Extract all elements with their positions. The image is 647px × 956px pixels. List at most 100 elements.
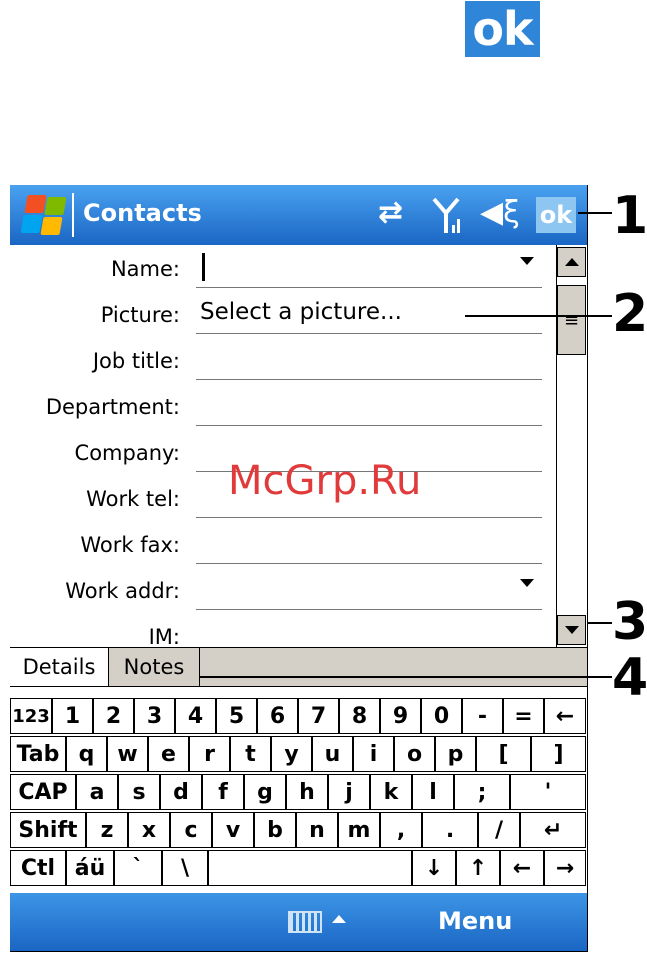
- callout-number-1: 1: [612, 186, 647, 246]
- key[interactable]: j: [328, 774, 370, 810]
- key[interactable]: `: [114, 850, 162, 886]
- input-selector-arrow-icon[interactable]: [332, 915, 346, 923]
- key[interactable]: s: [118, 774, 160, 810]
- key-accents[interactable]: áü: [66, 850, 114, 886]
- field-value[interactable]: Select a picture...: [200, 299, 402, 325]
- start-windows-icon[interactable]: [16, 193, 67, 237]
- watermark-text: McGrp.Ru: [228, 458, 422, 504]
- key[interactable]: ]: [531, 736, 586, 772]
- keyboard-row-numbers: 123 1 2 3 4 5 6 7 8 9 0 - = ←: [10, 698, 586, 735]
- field-label: Department:: [45, 395, 180, 419]
- pocketpc-screen: Contacts ⇄ ◀ξ ok Name: Picture: Select a…: [10, 185, 588, 952]
- key-tab[interactable]: Tab: [10, 736, 66, 772]
- sync-icon[interactable]: ⇄: [378, 195, 403, 230]
- key[interactable]: p: [435, 736, 476, 772]
- key[interactable]: z: [86, 812, 128, 848]
- key[interactable]: -: [462, 698, 503, 734]
- key[interactable]: /: [478, 812, 520, 848]
- key[interactable]: k: [370, 774, 412, 810]
- tab-details[interactable]: Details: [10, 648, 108, 686]
- key[interactable]: g: [244, 774, 286, 810]
- field-label: Work addr:: [65, 579, 180, 603]
- key-arrow-up[interactable]: ↑: [456, 850, 500, 886]
- field-label: Work fax:: [80, 533, 180, 557]
- key[interactable]: 8: [339, 698, 380, 734]
- scroll-up-arrow-icon[interactable]: [557, 247, 586, 277]
- keyboard-row-control: Ctl áü ` \ ↓ ↑ ← →: [10, 850, 586, 887]
- key[interactable]: 0: [421, 698, 462, 734]
- key-123[interactable]: 123: [10, 698, 52, 734]
- field-job-title[interactable]: Job title:: [10, 337, 556, 383]
- field-underline: [196, 563, 542, 564]
- key[interactable]: y: [271, 736, 312, 772]
- keyboard-row-bottom: Shift z x c v b n m , . / ↵: [10, 812, 586, 849]
- key[interactable]: 7: [298, 698, 339, 734]
- key-arrow-right[interactable]: →: [544, 850, 586, 886]
- ok-button[interactable]: ok: [536, 197, 576, 233]
- dropdown-arrow-icon[interactable]: [520, 579, 534, 587]
- field-department[interactable]: Department:: [10, 383, 556, 429]
- key[interactable]: =: [503, 698, 544, 734]
- key[interactable]: ,: [380, 812, 422, 848]
- key[interactable]: 5: [216, 698, 257, 734]
- key-backspace[interactable]: ←: [544, 698, 586, 734]
- key[interactable]: ': [510, 774, 586, 810]
- key[interactable]: m: [338, 812, 380, 848]
- key[interactable]: f: [202, 774, 244, 810]
- field-work-fax[interactable]: Work fax:: [10, 521, 556, 567]
- key[interactable]: n: [296, 812, 338, 848]
- tab-notes[interactable]: Notes: [108, 648, 200, 686]
- callout-number-3: 3: [612, 592, 647, 652]
- key[interactable]: o: [394, 736, 435, 772]
- key[interactable]: i: [353, 736, 394, 772]
- contact-form: Name: Picture: Select a picture... Job t…: [10, 245, 556, 647]
- scroll-thumb[interactable]: ≡: [557, 285, 586, 355]
- key[interactable]: v: [212, 812, 254, 848]
- key[interactable]: a: [76, 774, 118, 810]
- key[interactable]: 1: [52, 698, 93, 734]
- key[interactable]: ;: [454, 774, 510, 810]
- keyboard-icon[interactable]: [288, 911, 322, 933]
- field-im[interactable]: IM:: [10, 613, 556, 647]
- menu-button[interactable]: Menu: [438, 907, 512, 935]
- keyboard-row-home: CAP a s d f g h j k l ; ': [10, 774, 586, 811]
- key[interactable]: 6: [257, 698, 298, 734]
- field-label: Company:: [74, 441, 180, 465]
- key[interactable]: c: [170, 812, 212, 848]
- key[interactable]: h: [286, 774, 328, 810]
- key[interactable]: l: [412, 774, 454, 810]
- key[interactable]: x: [128, 812, 170, 848]
- key-arrow-down[interactable]: ↓: [412, 850, 456, 886]
- key[interactable]: 4: [175, 698, 216, 734]
- key[interactable]: [: [476, 736, 531, 772]
- key[interactable]: 9: [380, 698, 421, 734]
- key-caps[interactable]: CAP: [10, 774, 76, 810]
- key[interactable]: \: [162, 850, 208, 886]
- field-underline: [196, 287, 542, 288]
- callout-line-4: [200, 676, 612, 678]
- key[interactable]: w: [107, 736, 148, 772]
- key-shift[interactable]: Shift: [10, 812, 86, 848]
- key[interactable]: u: [312, 736, 353, 772]
- key-enter[interactable]: ↵: [520, 812, 586, 848]
- dropdown-arrow-icon[interactable]: [520, 257, 534, 265]
- field-name[interactable]: Name:: [10, 245, 556, 291]
- key-ctl[interactable]: Ctl: [10, 850, 66, 886]
- speaker-icon[interactable]: ◀ξ: [480, 195, 520, 230]
- vertical-scrollbar[interactable]: ≡: [556, 245, 587, 647]
- field-picture[interactable]: Picture: Select a picture...: [10, 291, 556, 337]
- key[interactable]: b: [254, 812, 296, 848]
- field-work-addr[interactable]: Work addr:: [10, 567, 556, 613]
- key[interactable]: .: [422, 812, 478, 848]
- key[interactable]: 2: [93, 698, 134, 734]
- scroll-down-arrow-icon[interactable]: [557, 615, 586, 645]
- key[interactable]: e: [148, 736, 189, 772]
- key-space[interactable]: [208, 850, 412, 886]
- signal-antenna-icon[interactable]: [432, 195, 464, 235]
- key[interactable]: r: [189, 736, 230, 772]
- key[interactable]: d: [160, 774, 202, 810]
- key[interactable]: q: [66, 736, 107, 772]
- key-arrow-left[interactable]: ←: [500, 850, 544, 886]
- key[interactable]: 3: [134, 698, 175, 734]
- key[interactable]: t: [230, 736, 271, 772]
